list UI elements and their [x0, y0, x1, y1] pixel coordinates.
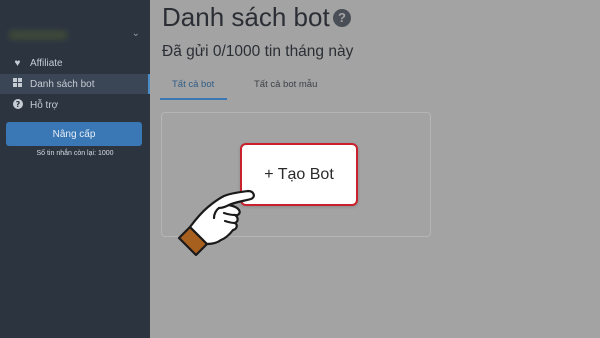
sidebar: ⌄ ♥ Affiliate Danh sách bot ? Hỗ trợ Nân…	[0, 0, 150, 338]
remaining-messages: Số tin nhắn còn lại: 1000	[36, 150, 114, 157]
sidebar-item-label: Affiliate	[30, 57, 63, 69]
question-circle-icon: ?	[12, 98, 23, 112]
sidebar-item-bot-list[interactable]: Danh sách bot	[0, 74, 150, 94]
main-content: Danh sách bot ? Đã gửi 0/1000 tin tháng …	[150, 0, 600, 338]
sidebar-item-support[interactable]: ? Hỗ trợ	[0, 95, 150, 115]
account-name-blurred	[8, 30, 68, 40]
page-title: Danh sách bot	[162, 2, 330, 32]
sidebar-item-affiliate[interactable]: ♥ Affiliate	[0, 53, 150, 73]
active-tab-indicator	[160, 98, 227, 100]
tab-all-bots[interactable]: Tất cả bot	[172, 79, 214, 90]
upgrade-button[interactable]: Nâng cấp	[6, 122, 142, 146]
account-switcher[interactable]: ⌄	[8, 26, 146, 46]
sidebar-item-label: Danh sách bot	[30, 78, 95, 90]
sidebar-item-label: Hỗ trợ	[30, 99, 59, 111]
tab-sample-bots[interactable]: Tất cả bot mẫu	[254, 79, 317, 90]
help-icon[interactable]: ?	[333, 9, 351, 27]
sent-status: Đã gửi 0/1000 tin tháng này	[162, 43, 354, 60]
chevron-down-icon[interactable]: ⌄	[132, 28, 140, 39]
heart-icon: ♥	[14, 57, 21, 69]
svg-text:?: ?	[15, 100, 20, 109]
grid-icon	[12, 78, 23, 90]
pointing-hand-icon	[177, 189, 255, 257]
